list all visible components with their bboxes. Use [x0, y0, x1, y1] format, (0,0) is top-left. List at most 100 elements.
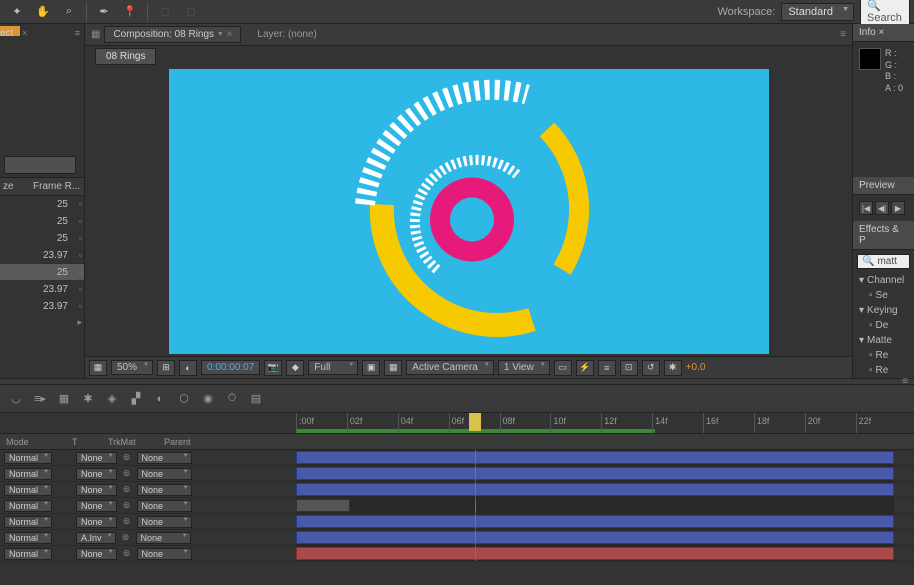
stopwatch-icon[interactable]: ⏱	[222, 389, 242, 409]
layer-row[interactable]: Normal None ⊚ None	[0, 498, 914, 514]
3d-icon[interactable]: ⬡	[174, 389, 194, 409]
first-frame-icon[interactable]: |◀	[859, 201, 873, 215]
playhead[interactable]	[469, 413, 481, 431]
layer-row[interactable]: Normal None ⊚ None	[0, 466, 914, 482]
trkmat-dropdown[interactable]: A.Inv	[76, 532, 116, 544]
camera-dropdown[interactable]: Active Camera	[406, 360, 494, 375]
effects-search-input[interactable]: 🔍matt	[857, 254, 910, 269]
trkmat-dropdown[interactable]: None	[76, 500, 117, 512]
flowchart-icon[interactable]: ⊡	[620, 360, 638, 376]
layer-row[interactable]: NormalNone⊚None	[0, 546, 914, 562]
grid-button[interactable]: ⊞	[157, 360, 175, 376]
layer-row[interactable]: NormalNone⊚None	[0, 450, 914, 466]
panel-menu-icon[interactable]: ≡	[902, 376, 908, 387]
layer-duration-bar[interactable]	[296, 531, 894, 544]
channel-icon[interactable]: ◆	[286, 360, 304, 376]
parent-dropdown[interactable]: None	[136, 532, 191, 544]
panel-menu-icon[interactable]: ≡	[75, 28, 80, 38]
parent-dropdown[interactable]: None	[137, 484, 192, 496]
blend-mode-dropdown[interactable]: Normal	[4, 516, 52, 528]
graph-icon[interactable]: ▞	[126, 389, 146, 409]
selection-tool-icon[interactable]: ✦	[7, 2, 27, 22]
pin-tool-icon[interactable]: 📍	[120, 2, 140, 22]
pixel-ar-icon[interactable]: ▭	[554, 360, 572, 376]
pickwhip-icon[interactable]: ⊚	[121, 468, 133, 479]
panel-menu-icon[interactable]: ≡	[840, 29, 846, 40]
project-row[interactable]: 25▫	[0, 196, 84, 213]
pickwhip-icon[interactable]: ⊚	[121, 516, 133, 527]
layer-row[interactable]: NormalA.Inv⊚None	[0, 530, 914, 546]
pickwhip-icon[interactable]: ⊚	[121, 548, 133, 559]
pickwhip-icon[interactable]: ⊚	[121, 484, 133, 495]
resolution-dropdown[interactable]: Full	[308, 360, 358, 375]
mag-ratio-button[interactable]: ▦	[89, 360, 107, 376]
view-dropdown[interactable]: 1 View	[498, 360, 550, 375]
trkmat-dropdown[interactable]: None	[76, 468, 117, 480]
motion-blur-icon[interactable]: ✱	[78, 389, 98, 409]
close-tab-icon[interactable]: ×	[22, 28, 27, 38]
layer-tab[interactable]: Layer: (none)	[257, 29, 316, 40]
effects-category[interactable]: ▾Keying	[853, 303, 914, 318]
trkmat-dropdown[interactable]: None	[76, 452, 117, 464]
layer-duration-bar[interactable]	[296, 483, 894, 496]
project-search-input[interactable]	[4, 156, 76, 174]
layer-duration-bar[interactable]	[296, 467, 894, 480]
layer-row[interactable]: Normal None ⊚ None	[0, 514, 914, 530]
project-row[interactable]: 25▫	[0, 230, 84, 247]
trkmat-dropdown[interactable]: None	[76, 516, 117, 528]
effects-category[interactable]: ▾Channel	[853, 273, 914, 288]
parent-dropdown[interactable]: None	[137, 500, 192, 512]
time-ruler[interactable]: :00f02f04f06f08f10f12f14f16f18f20f22f	[296, 413, 894, 433]
effect-item[interactable]: ▫Se	[853, 288, 914, 303]
layer-icon[interactable]: ▦	[91, 29, 100, 40]
blend-mode-dropdown[interactable]: Normal	[4, 484, 52, 496]
workspace-dropdown[interactable]: Standard	[781, 3, 854, 21]
hand-tool-icon[interactable]: ✋	[33, 2, 53, 22]
help-search-input[interactable]: 🔍 Search	[860, 0, 910, 27]
timeline-icon[interactable]: ≡	[598, 360, 616, 376]
trkmat-dropdown[interactable]: None	[76, 548, 117, 560]
layer-duration-bar[interactable]	[296, 451, 894, 464]
current-time[interactable]: 0:00:00:07	[201, 360, 260, 375]
play-icon[interactable]: ▶	[891, 201, 905, 215]
layer-duration-bar[interactable]	[296, 547, 894, 560]
transparency-grid-icon[interactable]: ▦	[384, 360, 402, 376]
snapshot-icon[interactable]: 📷	[264, 360, 282, 376]
parent-dropdown[interactable]: None	[137, 468, 192, 480]
zoom-dropdown[interactable]: 50%	[111, 360, 153, 375]
shy-icon[interactable]: ◡	[6, 389, 26, 409]
fast-preview-icon[interactable]: ⚡	[576, 360, 594, 376]
adjustment-icon[interactable]: ◐	[150, 389, 170, 409]
mask-button[interactable]: ◐	[179, 360, 197, 376]
layer-duration-bar[interactable]	[296, 515, 894, 528]
effects-panel-header[interactable]: Effects & P	[853, 221, 914, 250]
pickwhip-icon[interactable]: ⊚	[121, 500, 133, 511]
pickwhip-icon[interactable]: ⊚	[121, 452, 133, 463]
parent-dropdown[interactable]: None	[137, 516, 192, 528]
blend-mode-dropdown[interactable]: Normal	[4, 468, 52, 480]
blend-mode-dropdown[interactable]: Normal	[4, 500, 52, 512]
project-row[interactable]: 23.97▫	[0, 298, 84, 315]
expand-icon[interactable]: ▸	[77, 317, 82, 328]
draft-icon[interactable]: ▤	[246, 389, 266, 409]
project-row[interactable]: 25▫	[0, 213, 84, 230]
layer-row[interactable]: Normal None ⊚ None	[0, 482, 914, 498]
trkmat-dropdown[interactable]: None	[76, 484, 117, 496]
roi-button[interactable]: ▣	[362, 360, 380, 376]
frame-blend-icon[interactable]: ▦	[54, 389, 74, 409]
collapse-icon[interactable]: ≡▸	[30, 389, 50, 409]
color-mgmt-icon[interactable]: ✱	[664, 360, 682, 376]
composition-viewer[interactable]	[169, 69, 769, 354]
brush-tool-icon[interactable]: ◻	[155, 2, 175, 22]
preview-panel-header[interactable]: Preview	[853, 177, 914, 195]
effect-item[interactable]: ▫Re	[853, 348, 914, 363]
breadcrumb[interactable]: 08 Rings	[95, 48, 156, 65]
zoom-tool-icon[interactable]: ⌕	[59, 2, 79, 22]
blend-mode-dropdown[interactable]: Normal	[4, 548, 52, 560]
composition-tab[interactable]: Composition: 08 Rings ▼ ×	[104, 26, 241, 43]
pickwhip-icon[interactable]: ⊚	[120, 532, 132, 543]
prev-frame-icon[interactable]: ◀|	[875, 201, 889, 215]
pen-tool-icon[interactable]: ✒	[94, 2, 114, 22]
effects-category[interactable]: ▾Matte	[853, 333, 914, 348]
project-row[interactable]: 23.97▫	[0, 247, 84, 264]
